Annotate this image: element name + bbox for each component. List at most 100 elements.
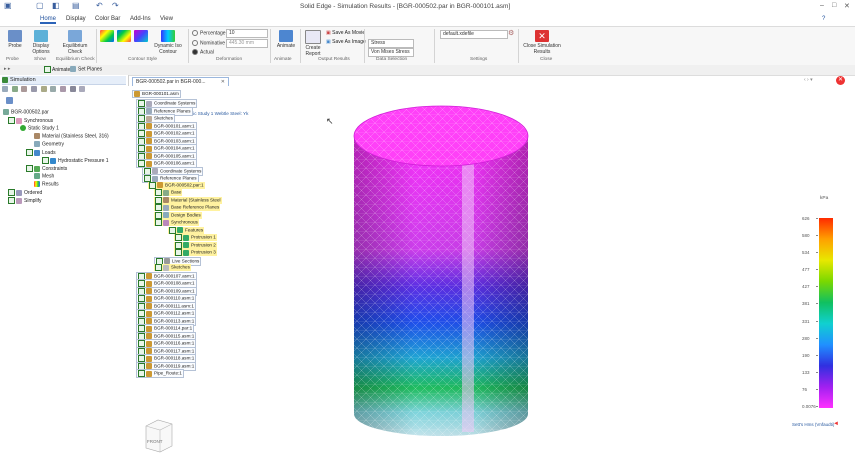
tool-8-icon[interactable] [69, 86, 76, 92]
tool-6-icon[interactable] [50, 86, 57, 92]
save-as-image-button[interactable]: ▣ Save As Image [326, 39, 366, 45]
tree-synchronous[interactable]: Synchronous [8, 117, 53, 124]
probe-button[interactable]: Probe [4, 30, 26, 49]
assembly-tree-row[interactable]: Base Reference Planes [154, 204, 221, 211]
tree-geometry[interactable]: Geometry [34, 141, 64, 147]
close-document-button[interactable]: ✕ [836, 76, 845, 85]
redo-icon[interactable]: ↷ [112, 1, 119, 10]
study-manager-icon[interactable] [6, 97, 13, 104]
assembly-tree-row[interactable]: Pipe_Route:1 [136, 369, 184, 378]
pin-icon[interactable]: ▸ ▸ [4, 66, 10, 72]
visibility-checkbox[interactable] [155, 211, 162, 219]
assembly-tree-row[interactable]: Protrusion 1 [174, 234, 217, 241]
tree-mesh[interactable]: Mesh [34, 173, 54, 179]
tab-color-bar[interactable]: Color Bar [95, 16, 120, 22]
legend-tick [816, 371, 818, 373]
maximize-button[interactable]: □ [832, 2, 836, 9]
visibility-checkbox[interactable] [138, 370, 145, 377]
close-window-button[interactable]: ✕ [844, 2, 850, 10]
percentage-radio[interactable]: Percentage [192, 30, 226, 36]
create-report-button[interactable]: Create Report [302, 30, 324, 57]
settings-select[interactable]: default.xdefile [440, 30, 508, 39]
tool-3-icon[interactable] [21, 86, 28, 92]
visibility-checkbox[interactable] [155, 189, 162, 196]
assembly-tree-row[interactable]: Synchronous [154, 219, 199, 226]
assembly-root[interactable]: BGR-000101.asm [132, 90, 181, 98]
app-logo-icon[interactable]: ▣ [4, 1, 12, 10]
assembly-tree-row[interactable]: Material (Stainless Steel [154, 196, 222, 204]
tree-results[interactable]: Results [34, 181, 59, 187]
tool-1-icon[interactable] [2, 86, 8, 92]
nominal-radio[interactable]: Nominative [192, 40, 225, 46]
assembly-tree-label: BGR-000104.asm:1 [154, 145, 195, 151]
set-planes-button[interactable]: Set Planes [70, 66, 102, 72]
tool-5-icon[interactable] [40, 86, 47, 92]
assembly-tree-label: BGR-000116.asm:1 [154, 340, 195, 346]
tab-view[interactable]: View [160, 16, 173, 22]
tree-hydrostatic-pressure[interactable]: Hydrostatic Pressure 1 [42, 157, 109, 164]
view-cube[interactable]: FRONT [142, 416, 176, 454]
visibility-checkbox[interactable] [155, 264, 162, 271]
help-icon[interactable]: ? [822, 16, 825, 22]
assembly-tree-label: Coordinate Systems [160, 168, 202, 174]
data-component-select[interactable]: Von Mises Stress [368, 48, 414, 57]
tab-home[interactable]: Home [40, 16, 57, 24]
visibility-checkbox[interactable] [149, 181, 156, 189]
tree-loads[interactable]: Loads [26, 149, 56, 156]
save-as-movie-button[interactable]: ▣ Save As Movie [326, 30, 365, 36]
tool-4-icon[interactable] [31, 86, 38, 92]
assembly-tree-row[interactable]: BGR-000502.par:1 [148, 181, 205, 189]
tool-7-icon[interactable] [60, 86, 67, 92]
open-icon[interactable]: ◧ [52, 1, 60, 10]
visibility-checkbox[interactable] [169, 226, 176, 234]
close-simulation-button[interactable]: ✕ Close Simulation Results [522, 30, 562, 55]
new-icon[interactable]: ▢ [36, 1, 44, 10]
assembly-tree-row[interactable]: Design Bodies [154, 211, 202, 219]
visibility-checkbox[interactable] [175, 234, 182, 241]
minimize-button[interactable]: – [820, 2, 824, 9]
settings-icon[interactable]: ⚙ [508, 29, 514, 37]
cylinder-model[interactable] [348, 96, 538, 446]
visibility-checkbox[interactable] [155, 204, 162, 211]
tab-scroll-arrows[interactable]: ‹ › ▾ [804, 77, 813, 83]
contour-style-1-icon[interactable] [100, 30, 114, 42]
undo-icon[interactable]: ↶ [96, 1, 103, 10]
tree-static-study[interactable]: Static Study 1 [20, 125, 59, 131]
nominal-field[interactable]: 445.30 mm [226, 39, 268, 48]
tree-root[interactable]: BGR-000502.par [3, 109, 49, 115]
tool-9-icon[interactable] [79, 86, 86, 92]
visibility-checkbox[interactable] [155, 196, 162, 204]
assembly-tree-row[interactable]: Features [168, 226, 205, 234]
tree-material[interactable]: Material (Stainless Steel, 316) [34, 133, 109, 139]
group-output: Output Results [318, 57, 350, 62]
graphics-window[interactable]: BGR-000101.asm Static Study 1 Webtle Ste… [128, 86, 855, 464]
assembly-tree-label: BGR-000112.asm:1 [154, 310, 195, 316]
animate-button[interactable]: Animate [274, 30, 298, 49]
visibility-checkbox[interactable] [175, 241, 182, 249]
save-icon[interactable]: ▤ [72, 1, 80, 10]
contour-style-3-icon[interactable] [134, 30, 148, 42]
panel-title: Simulation [10, 77, 36, 83]
tab-add-ins[interactable]: Add-Ins [130, 16, 151, 22]
assembly-tree-row[interactable]: Protrusion 3 [174, 249, 217, 256]
visibility-checkbox[interactable] [175, 249, 182, 256]
tab-display[interactable]: Display [66, 16, 86, 22]
tree-constraints[interactable]: Constraints [26, 165, 67, 172]
dynamic-iso-contour-button[interactable]: Dynamic Iso Contour [153, 30, 183, 55]
assembly-tree-row[interactable]: Base [154, 189, 183, 196]
percentage-field[interactable]: 10 [226, 29, 268, 38]
tree-ordered[interactable]: Ordered [8, 189, 42, 196]
tree-simplify[interactable]: Simplify [8, 197, 42, 204]
assembly-tree-row[interactable]: Sketches [154, 264, 191, 271]
visibility-checkbox[interactable] [155, 219, 162, 226]
contour-style-2-icon[interactable] [117, 30, 131, 42]
assembly-tree-row[interactable]: Protrusion 2 [174, 241, 217, 249]
legend-value: 381 [802, 301, 810, 307]
legend-value: 190 [802, 352, 810, 358]
equilibrium-check-button[interactable]: Equilibrium Check [58, 30, 92, 55]
tool-2-icon[interactable] [11, 86, 18, 92]
display-options-button[interactable]: Display Options [28, 30, 54, 55]
actual-radio[interactable]: Actual [192, 49, 214, 55]
animate-toggle[interactable]: Animate [44, 66, 70, 73]
data-type-select[interactable]: Stress [368, 39, 414, 48]
